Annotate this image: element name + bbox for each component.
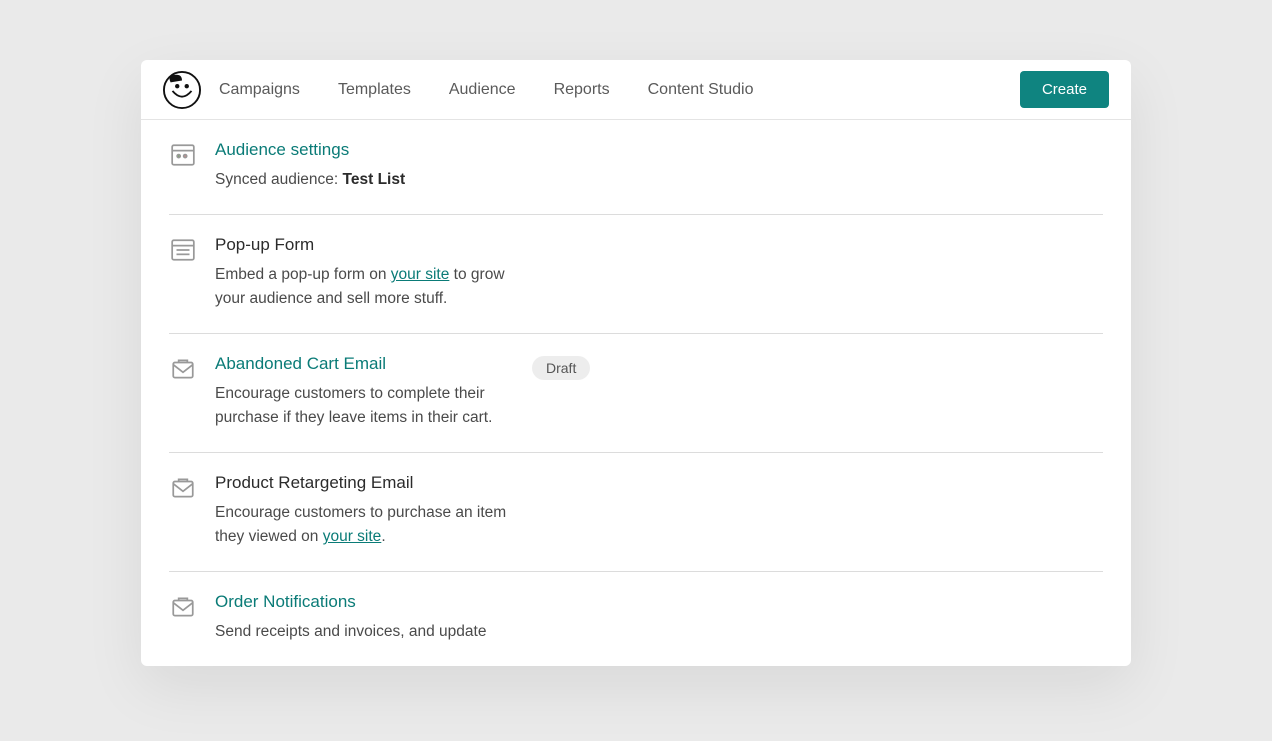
row-description: Send receipts and invoices, and update bbox=[215, 620, 510, 644]
row-title[interactable]: Order Notifications bbox=[215, 592, 510, 612]
nav-audience[interactable]: Audience bbox=[449, 81, 516, 99]
row-description: Synced audience: Test List bbox=[215, 168, 510, 192]
create-button[interactable]: Create bbox=[1020, 71, 1109, 108]
row-title: Pop-up Form bbox=[215, 235, 510, 255]
settings-panel-icon bbox=[169, 142, 197, 170]
your-site-link[interactable]: your site bbox=[391, 266, 450, 283]
app-shell: Campaigns Templates Audience Reports Con… bbox=[141, 60, 1131, 666]
nav-campaigns[interactable]: Campaigns bbox=[219, 81, 300, 99]
envelope-icon bbox=[169, 475, 197, 503]
brand-logo[interactable] bbox=[163, 71, 201, 109]
row-abandoned-cart: Abandoned Cart Email Encourage customers… bbox=[169, 334, 1103, 453]
top-bar: Campaigns Templates Audience Reports Con… bbox=[141, 60, 1131, 120]
row-title[interactable]: Audience settings bbox=[215, 140, 510, 160]
row-description: Embed a pop-up form on your site to grow… bbox=[215, 263, 510, 311]
row-title: Product Retargeting Email bbox=[215, 473, 510, 493]
nav-reports[interactable]: Reports bbox=[554, 81, 610, 99]
row-popup-form: Pop-up Form Embed a pop-up form on your … bbox=[169, 215, 1103, 334]
row-audience-settings: Audience settings Synced audience: Test … bbox=[169, 120, 1103, 215]
envelope-icon bbox=[169, 356, 197, 384]
row-product-retargeting: Product Retargeting Email Encourage cust… bbox=[169, 453, 1103, 572]
envelope-icon bbox=[169, 594, 197, 622]
status-badge: Draft bbox=[532, 356, 590, 380]
your-site-link[interactable]: your site bbox=[323, 528, 382, 545]
nav-templates[interactable]: Templates bbox=[338, 81, 411, 99]
row-title[interactable]: Abandoned Cart Email bbox=[215, 354, 510, 374]
form-icon bbox=[169, 237, 197, 265]
row-description: Encourage customers to complete their pu… bbox=[215, 382, 510, 430]
main-nav: Campaigns Templates Audience Reports Con… bbox=[219, 81, 753, 99]
monkey-icon bbox=[163, 71, 201, 109]
feature-list: Audience settings Synced audience: Test … bbox=[141, 120, 1131, 666]
nav-content-studio[interactable]: Content Studio bbox=[648, 81, 754, 99]
row-description: Encourage customers to purchase an item … bbox=[215, 501, 510, 549]
row-order-notifications: Order Notifications Send receipts and in… bbox=[169, 572, 1103, 666]
